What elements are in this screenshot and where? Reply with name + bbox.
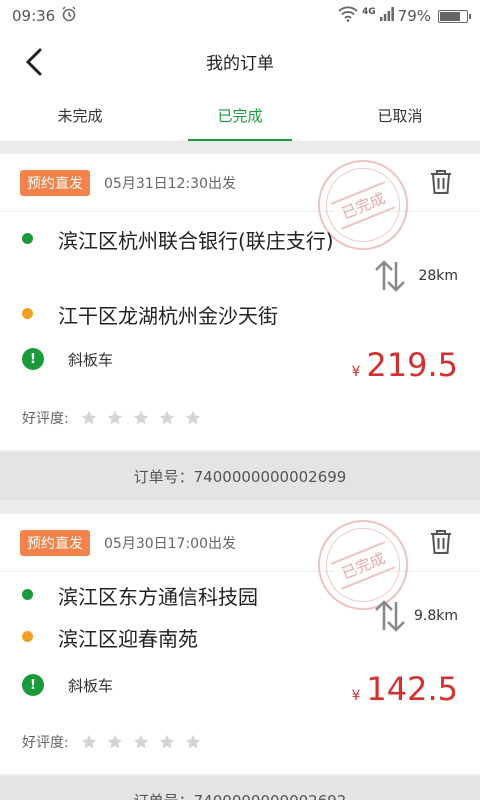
rating-label: 好评度: xyxy=(22,735,69,751)
currency-symbol: ¥ xyxy=(351,364,361,380)
page-title: 我的订单 xyxy=(206,53,274,74)
distance: 28km xyxy=(418,268,458,284)
tab-completed[interactable]: 已完成 xyxy=(160,90,320,141)
star-icon[interactable] xyxy=(159,734,175,750)
star-icon[interactable] xyxy=(185,410,201,426)
star-icon[interactable] xyxy=(81,734,97,750)
currency-symbol: ¥ xyxy=(351,688,361,704)
order-tabs: 未完成 已完成 已取消 xyxy=(0,90,480,142)
dropoff-address: 滨江区迎春南苑 xyxy=(22,622,348,656)
vehicle-type: ! 斜板车 xyxy=(22,674,113,696)
price-value: 219.5 xyxy=(366,346,458,384)
departure-time: 05月31日12:30出发 xyxy=(104,175,236,192)
info-icon: ! xyxy=(22,348,44,370)
order-card[interactable]: 预约直发 05月30日17:00出发 已完成 滨江区东方通信科技园 9.8km … xyxy=(0,506,480,774)
order-card-header: 预约直发 05月30日17:00出发 已完成 xyxy=(0,506,480,624)
order-card-header: 预约直发 05月31日12:30出发 已完成 xyxy=(0,146,480,264)
vehicle-type: ! 斜板车 xyxy=(22,348,113,370)
swap-arrows-icon xyxy=(375,260,405,292)
dropoff-dot-icon xyxy=(22,631,33,642)
star-icon[interactable] xyxy=(133,410,149,426)
dropoff-dot-icon xyxy=(22,308,33,319)
star-icon[interactable] xyxy=(185,734,201,750)
star-icon[interactable] xyxy=(81,410,97,426)
order-type-badge: 预约直发 xyxy=(20,529,90,556)
app-header: 我的订单 xyxy=(0,32,480,90)
pickup-dot-icon xyxy=(22,589,33,600)
network-label: 4G xyxy=(362,7,376,17)
pickup-address: 滨江区杭州联合银行(联庄支行) xyxy=(22,224,348,258)
order-price: ¥ 219.5 xyxy=(351,346,458,384)
battery-icon xyxy=(438,9,471,23)
order-number: 订单号：7400000000002692 xyxy=(0,776,480,800)
rating-stars[interactable] xyxy=(81,734,201,750)
stamp-label: 已完成 xyxy=(331,180,395,230)
order-price: ¥ 142.5 xyxy=(351,670,458,708)
signal-icon xyxy=(379,7,394,25)
star-icon[interactable] xyxy=(107,734,123,750)
price-value: 142.5 xyxy=(366,670,458,708)
battery-percent: 79% xyxy=(397,7,431,25)
star-icon[interactable] xyxy=(133,734,149,750)
pickup-address: 滨江区东方通信科技园 xyxy=(22,580,348,614)
tab-incomplete[interactable]: 未完成 xyxy=(0,90,160,141)
star-icon[interactable] xyxy=(159,410,175,426)
swap-arrows-icon xyxy=(375,600,405,632)
pickup-dot-icon xyxy=(22,233,33,244)
alarm-icon xyxy=(61,6,77,26)
order-card[interactable]: 预约直发 05月31日12:30出发 已完成 滨江区杭州联合银行(联庄支行) 2… xyxy=(0,146,480,450)
departure-time: 05月30日17:00出发 xyxy=(104,535,236,552)
trash-icon[interactable] xyxy=(428,528,454,556)
status-bar: 09:36 4G 79% xyxy=(0,0,480,32)
rating-row: 好评度: xyxy=(22,732,201,752)
dropoff-address: 江干区龙湖杭州金沙天街 xyxy=(22,299,348,333)
rating-label: 好评度: xyxy=(22,411,69,427)
order-number: 订单号：7400000000002699 xyxy=(0,452,480,500)
chevron-left-icon xyxy=(25,48,42,76)
back-button[interactable] xyxy=(14,42,54,82)
tab-cancelled[interactable]: 已取消 xyxy=(320,90,480,141)
distance: 9.8km xyxy=(413,608,458,624)
trash-icon[interactable] xyxy=(428,168,454,196)
info-icon: ! xyxy=(22,674,44,696)
star-icon[interactable] xyxy=(107,410,123,426)
order-type-badge: 预约直发 xyxy=(20,169,90,196)
rating-stars[interactable] xyxy=(81,410,201,426)
status-time: 09:36 xyxy=(12,7,56,25)
rating-row: 好评度: xyxy=(22,408,201,428)
wifi-icon xyxy=(338,6,358,26)
